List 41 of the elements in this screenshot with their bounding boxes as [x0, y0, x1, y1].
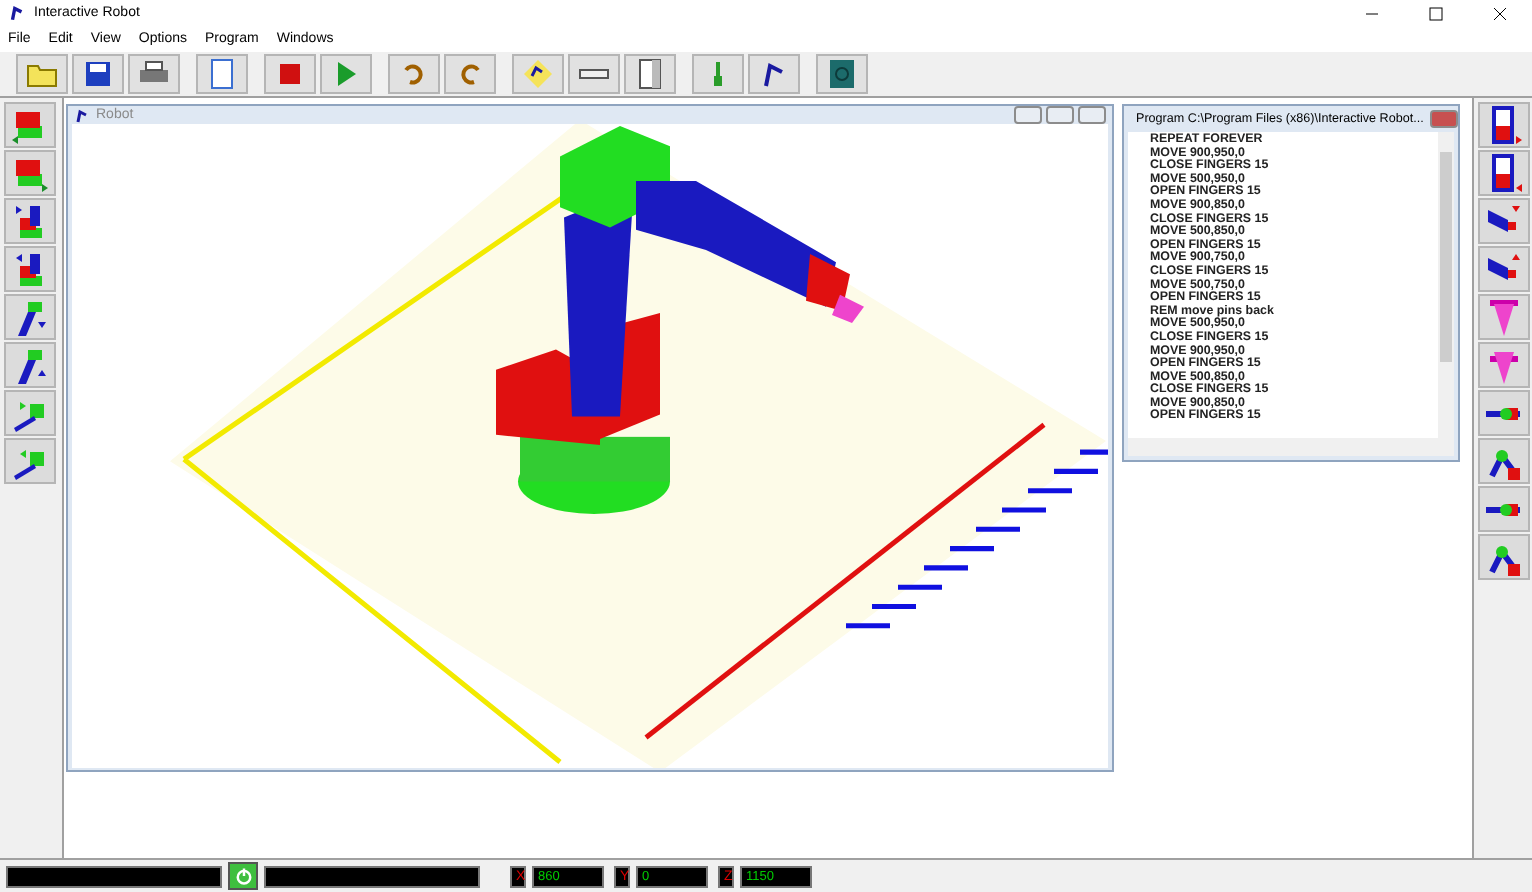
- toolbar-button[interactable]: [72, 54, 124, 94]
- toolbar-button[interactable]: [624, 54, 676, 94]
- close-button[interactable]: [1429, 110, 1458, 128]
- window-icon: [634, 58, 666, 90]
- toolbar-button[interactable]: [1478, 486, 1530, 532]
- toolbar-button[interactable]: [816, 54, 868, 94]
- toolbar-button[interactable]: [1478, 438, 1530, 484]
- toolbar-button[interactable]: [4, 294, 56, 340]
- save-icon: [82, 58, 114, 90]
- toolbar-button[interactable]: [4, 198, 56, 244]
- close-icon: [1492, 5, 1508, 21]
- app-logo-icon: [8, 4, 26, 22]
- toolbar-button[interactable]: [1478, 246, 1530, 292]
- toolbar-button[interactable]: [4, 246, 56, 292]
- toolbar-button[interactable]: [1478, 198, 1530, 244]
- vertical-scrollbar[interactable]: [1438, 132, 1454, 438]
- blank-page-icon: [206, 58, 238, 90]
- toolbar-button[interactable]: [512, 54, 564, 94]
- toolbar-button[interactable]: [568, 54, 620, 94]
- stop-icon: [274, 58, 306, 90]
- toolbar-button[interactable]: [1478, 390, 1530, 436]
- power-button[interactable]: [228, 862, 258, 890]
- gripper-open-icon: [1484, 295, 1524, 339]
- robot-edit-icon: [522, 58, 554, 90]
- toolbar-button[interactable]: [748, 54, 800, 94]
- toolbar-button[interactable]: [196, 54, 248, 94]
- toolbar-button[interactable]: [1478, 534, 1530, 580]
- close-button[interactable]: [1078, 106, 1106, 124]
- power-icon: [233, 866, 253, 886]
- toolbar-button[interactable]: [1478, 150, 1530, 196]
- toolbar-button[interactable]: [4, 342, 56, 388]
- toolbar-button[interactable]: [4, 438, 56, 484]
- app-logo-icon: [74, 107, 90, 123]
- horizontal-scrollbar[interactable]: [1128, 438, 1454, 456]
- toolbar-button[interactable]: [128, 54, 180, 94]
- power-icon: [826, 58, 858, 90]
- maximize-icon: [1428, 5, 1444, 21]
- toolbar-button[interactable]: [4, 390, 56, 436]
- toolbar-button[interactable]: [1478, 102, 1530, 148]
- minimize-button[interactable]: [1014, 106, 1042, 124]
- restore-button[interactable]: [1046, 106, 1074, 124]
